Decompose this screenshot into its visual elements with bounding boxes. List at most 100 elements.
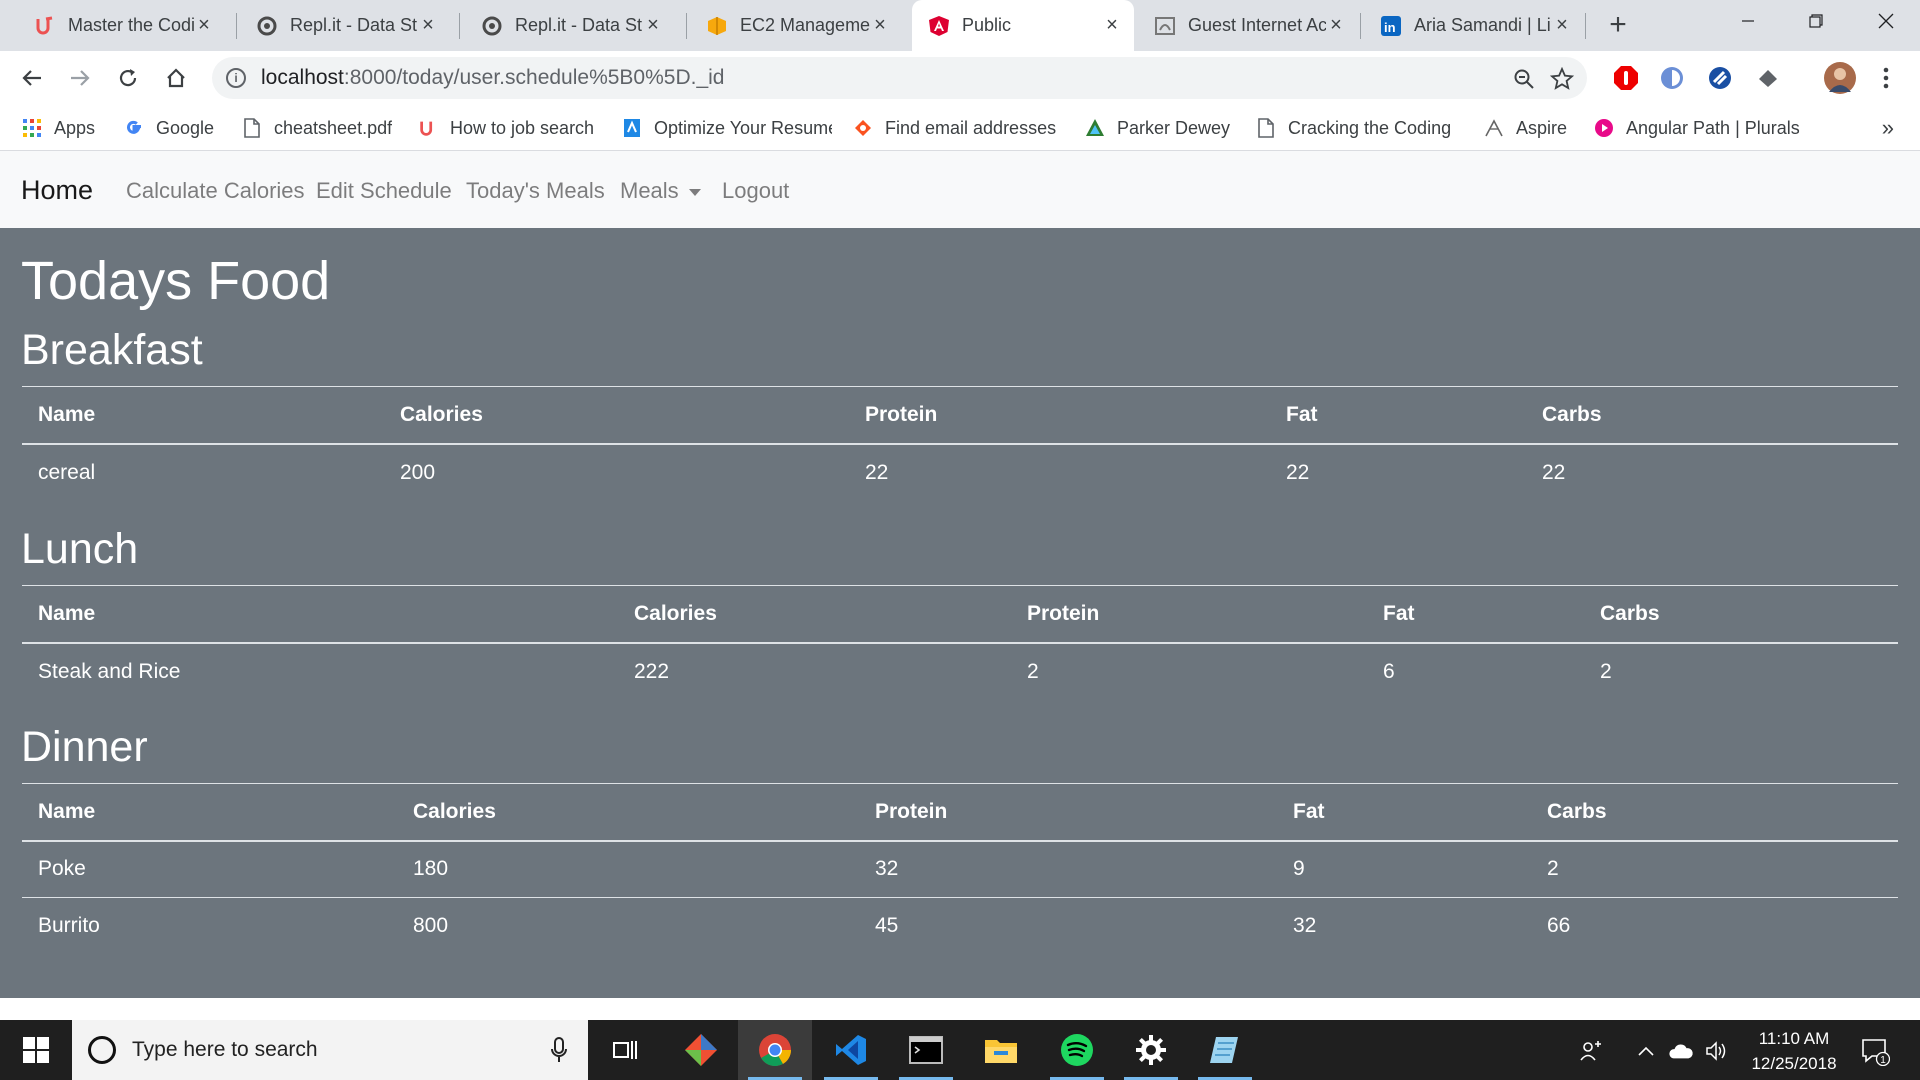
windows-taskbar: Type here to search 11:10 AM 12/25/2018 … — [0, 1020, 1920, 1080]
taskbar-clock[interactable]: 11:10 AM 12/25/2018 — [1732, 1026, 1856, 1076]
cell-calories: 200 — [400, 460, 436, 484]
tab-replit-1[interactable]: Repl.it - Data Structures × — [240, 0, 450, 51]
minimize-button[interactable] — [1714, 0, 1782, 42]
tab-public[interactable]: Public × — [912, 0, 1134, 51]
nav-meals-dropdown[interactable]: Meals — [620, 178, 701, 204]
extension-icon[interactable] — [1658, 64, 1686, 92]
close-icon[interactable]: × — [643, 14, 663, 36]
search-placeholder: Type here to search — [132, 1038, 318, 1061]
cell-fat: 6 — [1383, 659, 1395, 683]
linkedin-icon: in — [1380, 15, 1402, 37]
chrome-icon[interactable] — [738, 1020, 812, 1080]
column-header-fat: Fat — [1367, 585, 1584, 644]
table-header-row: Name Calories Protein Fat Carbs — [22, 783, 1898, 842]
vscode-icon[interactable] — [814, 1020, 888, 1080]
profile-avatar[interactable] — [1824, 62, 1856, 94]
angular-icon — [928, 15, 950, 37]
notepad-icon[interactable] — [1188, 1020, 1262, 1080]
bookmark-label: Parker Dewey — [1117, 117, 1231, 138]
nav-logout[interactable]: Logout — [722, 178, 789, 204]
bookmark-label: Apps — [54, 117, 96, 138]
dropdown-caret-icon — [688, 188, 701, 196]
column-header-carbs: Carbs — [1531, 783, 1898, 842]
tab-replit-2[interactable]: Repl.it - Data Structures × — [465, 0, 675, 51]
close-window-button[interactable] — [1852, 0, 1920, 42]
bookmarks-overflow-icon[interactable]: » — [1882, 115, 1894, 141]
tab-title: Repl.it - Data Structures — [515, 15, 643, 35]
bookmark-parker-dewey[interactable]: Parker Dewey — [1085, 113, 1230, 143]
tab-title: Public — [962, 15, 1012, 35]
column-header-protein: Protein — [1011, 585, 1367, 644]
forward-button[interactable] — [64, 62, 96, 94]
bookmark-optimize-resume[interactable]: Optimize Your Resume — [622, 113, 832, 143]
adblock-extension-icon[interactable] — [1612, 64, 1640, 92]
column-header-protein: Protein — [859, 783, 1277, 842]
bookmark-label: How to job search — [450, 117, 595, 138]
bookmark-star-icon[interactable] — [1550, 67, 1574, 91]
nav-edit-schedule[interactable]: Edit Schedule — [316, 178, 452, 204]
microphone-icon[interactable] — [550, 1036, 568, 1064]
reload-button[interactable] — [112, 62, 144, 94]
onedrive-icon[interactable] — [1668, 1038, 1694, 1064]
page-bottom-margin — [0, 998, 1920, 1020]
close-icon[interactable]: × — [418, 14, 438, 36]
column-header-name: Name — [22, 585, 618, 644]
settings-icon[interactable] — [1114, 1020, 1188, 1080]
bookmark-aspire[interactable]: Aspire — [1484, 113, 1567, 143]
close-icon[interactable]: × — [1102, 14, 1122, 36]
site-info-icon[interactable]: i — [226, 68, 246, 88]
tab-linkedin[interactable]: in Aria Samandi | LinkedIn × — [1364, 0, 1584, 51]
cell-calories: 180 — [413, 857, 449, 881]
git-icon[interactable] — [664, 1020, 738, 1080]
extension-icon[interactable] — [1706, 64, 1734, 92]
restore-button[interactable] — [1782, 0, 1850, 42]
action-center-icon[interactable]: 1 — [1860, 1036, 1891, 1067]
bookmark-apps[interactable]: Apps — [22, 113, 95, 143]
aspire-icon — [1484, 118, 1504, 138]
nav-calculate-calories[interactable]: Calculate Calories — [126, 178, 305, 204]
nav-home-brand[interactable]: Home — [21, 175, 93, 206]
address-bar[interactable]: i localhost:8000/today/user.schedule%5B0… — [212, 57, 1587, 99]
back-button[interactable] — [16, 62, 48, 94]
url-text[interactable]: localhost:8000/today/user.schedule%5B0%5… — [261, 66, 725, 90]
tab-ec2-management[interactable]: EC2 Management Console × — [690, 0, 902, 51]
tab-divider — [1585, 13, 1586, 39]
terminal-icon[interactable] — [889, 1020, 963, 1080]
document-icon — [1256, 118, 1276, 138]
column-header-calories: Calories — [618, 585, 1011, 644]
bookmark-find-email[interactable]: Find email addresses — [853, 113, 1058, 143]
bookmark-job-search[interactable]: How to job search — [418, 113, 594, 143]
nav-todays-meals[interactable]: Today's Meals — [466, 178, 605, 204]
extension-icon[interactable] — [1754, 64, 1782, 92]
file-explorer-icon[interactable] — [964, 1020, 1038, 1080]
close-icon[interactable]: × — [1552, 14, 1572, 36]
close-icon[interactable]: × — [1326, 14, 1346, 36]
zoom-icon[interactable] — [1512, 67, 1536, 91]
task-view-icon[interactable] — [588, 1020, 662, 1080]
column-header-carbs: Carbs — [1526, 386, 1898, 445]
bookmark-cracking-coding[interactable]: Cracking the Coding — [1256, 113, 1456, 143]
home-button[interactable] — [160, 62, 192, 94]
volume-icon[interactable] — [1704, 1038, 1730, 1064]
tab-master-coding-interview[interactable]: Master the Coding Interview × — [18, 0, 226, 51]
people-icon[interactable] — [1578, 1038, 1604, 1064]
bookmark-label: Find email addresses — [885, 117, 1057, 138]
new-tab-button[interactable]: + — [1604, 8, 1632, 42]
tab-divider — [1360, 13, 1361, 39]
bookmark-label: Angular Path | Plurals — [1626, 117, 1800, 138]
browser-toolbar: i localhost:8000/today/user.schedule%5B0… — [0, 51, 1920, 105]
chevron-up-icon[interactable] — [1633, 1038, 1659, 1064]
start-button[interactable] — [0, 1020, 72, 1080]
bookmark-cheatsheet[interactable]: cheatsheet.pdf — [242, 113, 392, 143]
bookmark-google[interactable]: Google — [124, 113, 214, 143]
cell-protein: 2 — [1027, 659, 1039, 683]
close-icon[interactable]: × — [194, 14, 214, 36]
menu-kebab-icon[interactable] — [1872, 64, 1900, 92]
close-icon[interactable]: × — [870, 14, 890, 36]
cell-protein: 32 — [875, 857, 899, 881]
bookmark-angular-path[interactable]: Angular Path | Plurals — [1594, 113, 1800, 143]
taskbar-search-box[interactable]: Type here to search — [72, 1020, 588, 1080]
tab-guest-internet[interactable]: Guest Internet Access × — [1138, 0, 1358, 51]
breakfast-table: Name Calories Protein Fat Carbs cereal 2… — [22, 386, 1898, 501]
spotify-icon[interactable] — [1040, 1020, 1114, 1080]
